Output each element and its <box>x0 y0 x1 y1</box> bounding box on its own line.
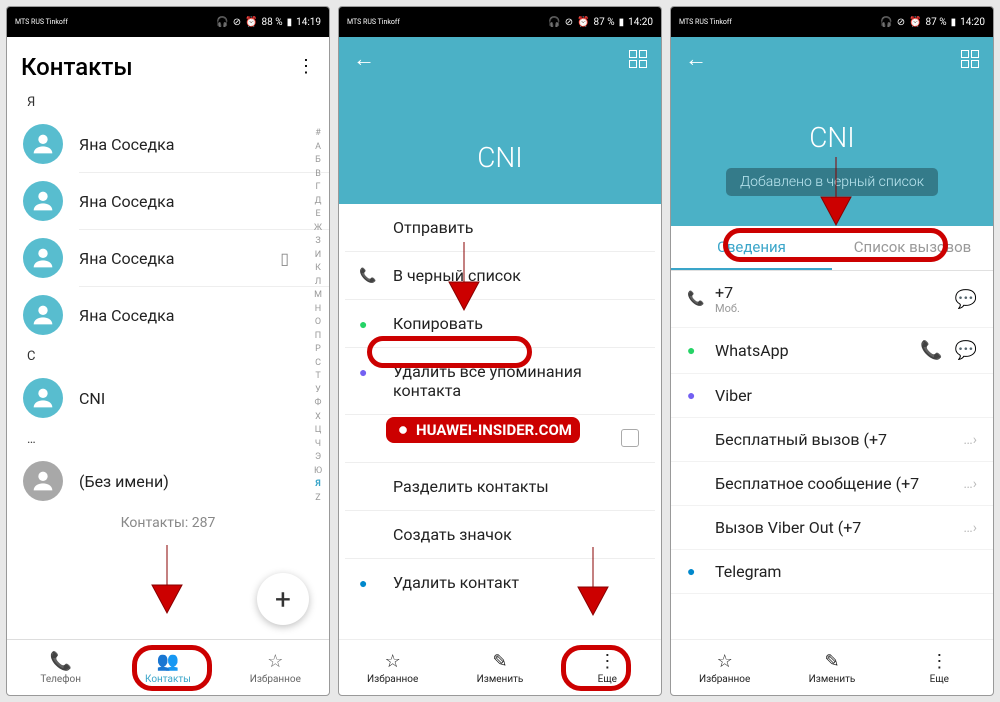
contact-name: CNI <box>79 389 105 408</box>
phone-icon: 📞 <box>49 651 71 672</box>
carrier-label: MTS RUS Tinkoff <box>347 19 400 26</box>
nav-favorites[interactable]: ☆ Избранное <box>222 640 329 695</box>
whatsapp-icon: ● <box>687 342 715 359</box>
contact-row[interactable]: (Без имени) <box>7 453 329 509</box>
menu-send[interactable]: Отправить <box>345 204 655 252</box>
time-label: 14:19 <box>296 17 321 28</box>
call-icon[interactable]: 📞 <box>920 340 942 361</box>
annotation-arrow <box>444 242 484 312</box>
contact-row[interactable]: Яна Соседка <box>7 116 329 172</box>
contact-row[interactable]: Яна Соседка <box>7 287 329 343</box>
contact-title: CNI <box>339 81 661 204</box>
carrier-label: MTS RUS Tinkoff <box>15 19 68 26</box>
telegram-icon: ● <box>359 575 367 592</box>
menu-split[interactable]: Разделить контакты <box>345 463 655 511</box>
bottom-nav: ☆Избранное ✎Изменить ⋮Еще <box>671 639 993 695</box>
contact-name: Яна Соседка <box>79 135 175 154</box>
avatar <box>23 295 63 335</box>
chevron-icon: › <box>973 432 977 448</box>
contact-name: Яна Соседка <box>79 306 175 325</box>
screen-contact-details: MTS RUS Tinkoff 🎧⊘⏰87 %▮14:20 ← CNI Доба… <box>670 6 994 696</box>
nav-phone[interactable]: 📞 Телефон <box>7 640 114 695</box>
more-icon[interactable]: ⋮ <box>297 63 315 70</box>
viber-icon: ● <box>359 364 367 381</box>
nav-more[interactable]: ⋮Еще <box>886 640 993 695</box>
status-bar: MTS RUS Tinkoff 🎧 ⊘ ⏰ 88 % ▮ 14:19 <box>7 7 329 37</box>
detail-viber-msg[interactable]: Бесплатное сообщение (+7…› <box>671 462 993 506</box>
section-letter: C <box>7 343 329 370</box>
menu-blacklist[interactable]: 📞В черный список <box>345 252 655 300</box>
contact-row[interactable]: Яна Соседка ▯ <box>7 230 329 286</box>
detail-telegram[interactable]: ●Telegram <box>671 550 993 594</box>
nav-edit[interactable]: ✎Изменить <box>778 640 885 695</box>
watermark: HUAWEI-INSIDER.COM <box>384 415 582 445</box>
more-dots: … <box>963 432 972 448</box>
detail-viber[interactable]: ●Viber <box>671 374 993 418</box>
section-letter: Я <box>7 89 329 116</box>
avatar <box>23 124 63 164</box>
back-icon[interactable]: ← <box>685 46 707 72</box>
screen-contacts-list: MTS RUS Tinkoff 🎧 ⊘ ⏰ 88 % ▮ 14:19 Конта… <box>6 6 330 696</box>
detail-viber-call[interactable]: Бесплатный вызов (+7…› <box>671 418 993 462</box>
annotation-highlight <box>561 645 631 691</box>
contact-name: Яна Соседка <box>79 192 175 211</box>
qr-icon[interactable] <box>961 50 979 68</box>
avatar <box>23 238 63 278</box>
annotation-arrow <box>816 157 856 227</box>
qr-icon[interactable] <box>629 50 647 68</box>
nav-favorites[interactable]: ☆Избранное <box>671 640 778 695</box>
contact-name: Яна Соседка <box>79 249 175 268</box>
alpha-index[interactable]: #АБВГДЕЖЗИКЛМНОПРСТУФХЦЧЭЮЯZ <box>311 127 325 505</box>
status-bar: MTS RUS Tinkoff 🎧⊘⏰87 %▮14:20 <box>339 7 661 37</box>
headset-icon: 🎧 <box>216 17 228 28</box>
nav-favorites[interactable]: ☆Избранное <box>339 640 446 695</box>
checkbox[interactable] <box>621 429 639 447</box>
carrier-label: MTS RUS Tinkoff <box>679 19 732 26</box>
screen-contact-menu: MTS RUS Tinkoff 🎧⊘⏰87 %▮14:20 ← CNI Отпр… <box>338 6 662 696</box>
contact-row[interactable]: Яна Соседка <box>7 173 329 229</box>
star-icon: ☆ <box>385 651 401 672</box>
phone-icon: 📞 <box>687 291 715 307</box>
sim-icon: ▯ <box>280 249 289 268</box>
viber-icon: ● <box>687 387 715 404</box>
status-bar: MTS RUS Tinkoff 🎧⊘⏰87 %▮14:20 <box>671 7 993 37</box>
contact-header: ← CNI <box>339 37 661 204</box>
nav-label: Телефон <box>40 674 81 685</box>
avatar <box>23 378 63 418</box>
status-right: 🎧⊘⏰87 %▮14:20 <box>548 17 653 28</box>
chat-icon[interactable]: 💬 <box>955 289 977 310</box>
star-icon: ☆ <box>267 651 283 672</box>
annotation-arrow <box>573 547 613 617</box>
battery-icon: ▮ <box>287 17 293 28</box>
contacts-header: Контакты ⋮ <box>7 37 329 89</box>
page-title: Контакты <box>21 53 133 81</box>
avatar <box>23 181 63 221</box>
add-contact-fab[interactable]: + <box>257 573 309 625</box>
annotation-highlight <box>132 645 212 691</box>
contacts-count: Контакты: 287 <box>7 509 329 537</box>
avatar <box>23 461 63 501</box>
alarm-icon: ⏰ <box>245 17 257 28</box>
annotation-highlight <box>367 336 532 368</box>
section-letter: … <box>7 426 329 453</box>
chat-icon[interactable]: 💬 <box>955 340 977 361</box>
nav-label: Избранное <box>250 674 301 685</box>
whatsapp-icon: ● <box>359 316 367 333</box>
dnd-icon: ⊘ <box>233 17 241 28</box>
status-right: 🎧 ⊘ ⏰ 88 % ▮ 14:19 <box>216 17 321 28</box>
nav-edit[interactable]: ✎Изменить <box>446 640 553 695</box>
annotation-highlight <box>723 228 948 262</box>
context-menu: Отправить 📞В черный список ●Копировать ●… <box>345 204 655 606</box>
contact-row[interactable]: CNI <box>7 370 329 426</box>
back-icon[interactable]: ← <box>353 46 375 72</box>
detail-phone[interactable]: 📞+7Моб.💬 <box>671 271 993 328</box>
detail-whatsapp[interactable]: ●WhatsApp📞💬 <box>671 328 993 374</box>
annotation-arrow <box>147 545 187 615</box>
contact-name: (Без имени) <box>79 472 169 491</box>
edit-icon: ✎ <box>492 651 507 672</box>
phone-icon: 📞 <box>359 268 376 284</box>
detail-viber-out[interactable]: Вызов Viber Out (+7…› <box>671 506 993 550</box>
battery-label: 88 % <box>262 17 283 28</box>
telegram-icon: ● <box>687 563 715 580</box>
